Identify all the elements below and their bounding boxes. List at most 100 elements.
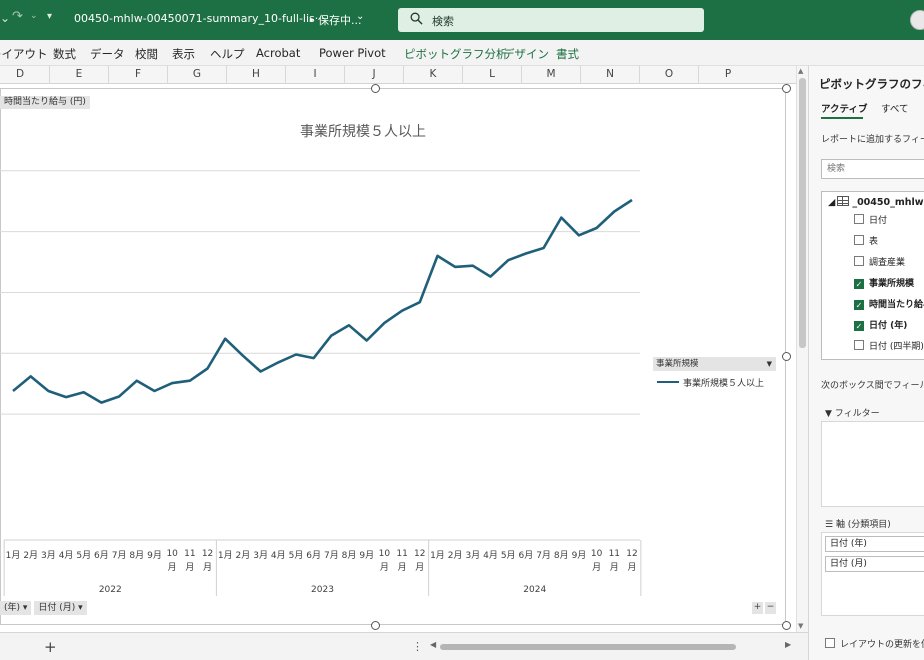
checked-checkbox[interactable]: ✓ (854, 300, 864, 310)
tab-pivotchart-analyze[interactable]: ピボットグラフ分析 (404, 46, 508, 62)
field-item[interactable]: 調査産業 (854, 255, 905, 268)
checked-checkbox[interactable]: ✓ (854, 279, 864, 289)
resize-handle-bottom[interactable] (371, 621, 380, 630)
horizontal-scrollbar[interactable]: ◀ ▶ (430, 640, 794, 653)
axis-field-month-button[interactable]: 日付 (月) ▾ (34, 601, 87, 615)
checked-checkbox[interactable]: ✓ (854, 321, 864, 331)
axis-item-year[interactable]: 日付 (年) (825, 536, 924, 552)
tab-view[interactable]: 表示 (172, 46, 195, 62)
column-header-g[interactable]: G (167, 66, 226, 84)
field-item[interactable]: 日付 (854, 213, 887, 226)
column-header-row: DEFGHIJKLMNOP (0, 66, 796, 84)
month-tick-label: 7月 (324, 550, 339, 561)
tab-all[interactable]: すべて (881, 101, 908, 115)
month-tick-suffix: 月 (415, 562, 424, 573)
table-name: _00450_mhlw (852, 197, 924, 208)
month-tick-label: 5月 (501, 550, 516, 561)
tab-data[interactable]: データ (90, 46, 125, 62)
field-item[interactable]: ✓ 日付 (年) (854, 318, 907, 331)
legend-field-label: 事業所規模 (656, 359, 699, 369)
column-header-i[interactable]: I (285, 66, 344, 84)
tab-help[interactable]: ヘルプ (210, 46, 245, 62)
chart-plot-area[interactable]: 1月 2月 3月 4月 5月 6月 7月 8月 9月 10月11月12月1月 2月 3月 4月 5月 6月 7… (0, 150, 650, 600)
column-header-p[interactable]: P (698, 66, 757, 84)
field-item[interactable]: 表 (854, 234, 878, 247)
defer-checkbox[interactable] (825, 638, 835, 648)
field-item[interactable]: ✓ 事業所規模 (854, 276, 914, 289)
tab-formulas[interactable]: 数式 (53, 46, 76, 62)
tab-layout[interactable]: レイアウト (0, 46, 48, 62)
column-header-d[interactable]: D (0, 66, 49, 84)
chevron-down-icon[interactable]: ⌄ (356, 11, 364, 22)
month-tick-label: 9月 (572, 550, 587, 561)
column-header-m[interactable]: M (521, 66, 580, 84)
add-sheet-button[interactable]: + (44, 638, 57, 656)
month-tick-label: 6月 (519, 550, 534, 561)
scroll-down-arrow-icon[interactable]: ▼ (798, 622, 803, 630)
expand-field-button[interactable]: + (752, 602, 763, 614)
column-header-l[interactable]: L (462, 66, 521, 84)
checkbox[interactable] (854, 256, 864, 266)
legend-entry[interactable]: 事業所規模５人以上 (683, 376, 764, 389)
tab-format[interactable]: 書式 (556, 46, 579, 62)
resize-handle-bottom-right[interactable] (782, 621, 791, 630)
checkbox[interactable] (854, 340, 864, 350)
field-item[interactable]: ✓ 時間当たり給与 (円) (854, 297, 924, 310)
resize-handle-top[interactable] (371, 84, 380, 93)
resize-handle-right[interactable] (782, 352, 791, 361)
horizontal-scroll-thumb[interactable] (440, 644, 736, 650)
tab-acrobat[interactable]: Acrobat (256, 46, 300, 60)
more-options-icon[interactable]: ⋮ (412, 640, 423, 653)
column-header-f[interactable]: F (108, 66, 167, 84)
series-line[interactable] (12, 198, 633, 404)
column-header-n[interactable]: N (580, 66, 639, 84)
axis-item-month[interactable]: 日付 (月) (825, 556, 924, 572)
resize-handle-top-right[interactable] (782, 84, 791, 93)
collapse-icon[interactable]: ◢ (828, 197, 835, 208)
avatar[interactable] (910, 10, 924, 30)
field-search-input[interactable]: 検索 (821, 159, 924, 179)
save-status: • 保存中... (308, 14, 362, 27)
tab-review[interactable]: 校閲 (135, 46, 158, 62)
month-tick-label: 7月 (536, 550, 551, 561)
scroll-up-arrow-icon[interactable]: ▲ (798, 67, 803, 75)
quick-access-customize-icon[interactable]: ▾ (47, 11, 52, 22)
document-filename[interactable]: 00450-mhlw-00450071-summary_10-full-lis·… (74, 12, 325, 25)
column-header-j[interactable]: J (344, 66, 403, 84)
chart-title[interactable]: 事業所規模５人以上 (300, 121, 426, 141)
axis-field-year-button[interactable]: (年) ▾ (0, 601, 32, 615)
column-header-o[interactable]: O (639, 66, 698, 84)
field-label: 日付 (年) (869, 321, 908, 331)
column-header-h[interactable]: H (226, 66, 285, 84)
checkbox[interactable] (854, 235, 864, 245)
redo-icon[interactable]: ↷ (12, 9, 23, 24)
checkbox[interactable] (854, 214, 864, 224)
value-field-button[interactable]: 時間当たり給与 (円) (0, 96, 90, 109)
tab-power-pivot[interactable]: Power Pivot (319, 46, 386, 60)
month-tick-label: 2月 (236, 550, 251, 561)
table-node[interactable]: ◢ _00450_mhlw (828, 196, 924, 208)
vertical-scroll-thumb[interactable] (799, 78, 806, 348)
column-header-e[interactable]: E (49, 66, 108, 84)
field-label: 事業所規模 (869, 279, 915, 289)
legend-field-button[interactable]: 事業所規模 ▼ (653, 357, 776, 371)
undo-caret-icon[interactable]: ⌄ (0, 11, 10, 25)
year-tick-label: 2022 (99, 585, 122, 595)
scroll-right-arrow-icon[interactable]: ▶ (785, 640, 791, 649)
search-box[interactable]: 検索 (398, 8, 704, 32)
column-header-k[interactable]: K (403, 66, 462, 84)
field-item[interactable]: 日付 (四半期) (854, 339, 924, 352)
month-tick-label: 8月 (554, 550, 569, 561)
filter-drop-zone[interactable] (821, 421, 924, 507)
month-tick-label: 10 (591, 549, 603, 559)
scroll-left-arrow-icon[interactable]: ◀ (430, 640, 436, 649)
tab-design[interactable]: デザイン (503, 46, 549, 62)
month-tick-label: 6月 (94, 550, 109, 561)
tab-active[interactable]: アクティブ (821, 101, 867, 115)
defer-layout-update[interactable]: レイアウトの更新を保留する (825, 637, 924, 650)
month-tick-label: 9月 (359, 550, 374, 561)
field-list[interactable]: ◢ _00450_mhlw 日付表調査産業 ✓ 事業所規模 ✓ 時間当たり給与 (円) ✓ 日… (821, 191, 924, 360)
collapse-field-button[interactable]: − (765, 602, 776, 614)
vertical-scrollbar[interactable]: ▲ ▼ (796, 66, 808, 632)
redo-dropdown-icon[interactable]: ⌄ (30, 11, 38, 21)
